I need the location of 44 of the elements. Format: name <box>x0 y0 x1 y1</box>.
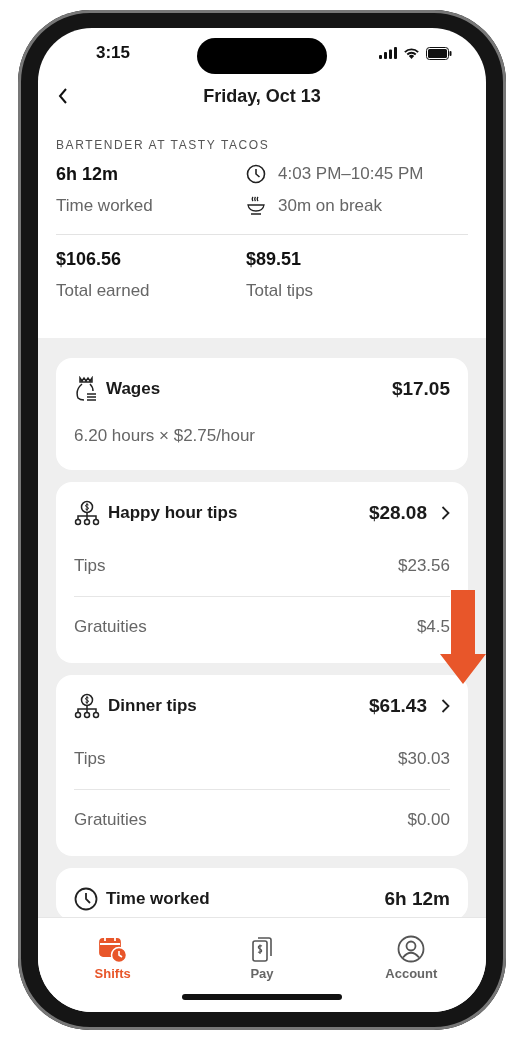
tab[interactable]: Pay <box>187 918 337 990</box>
page-title: Friday, Oct 13 <box>203 85 321 107</box>
duration-value: 6h 12m <box>56 163 120 186</box>
wifi-icon <box>403 47 420 59</box>
steaming-bowl-icon <box>246 196 266 216</box>
signal-icon <box>379 47 397 59</box>
breakdown-label: Tips <box>74 555 106 577</box>
card-amount: $28.08 <box>368 502 427 524</box>
card-amount: $61.43 <box>368 695 427 717</box>
tab[interactable]: Account <box>336 918 486 990</box>
tip-split-icon <box>74 500 100 526</box>
tip-split-icon <box>74 693 100 719</box>
time-range: 4:03 PM–10:45 PM <box>278 163 424 185</box>
breakdown-label: Gratuities <box>74 809 147 831</box>
back-icon[interactable] <box>58 88 68 104</box>
card-title: Happy hour tips <box>108 503 238 523</box>
duration-label: Time worked <box>56 195 154 217</box>
card-title: Dinner tips <box>108 696 197 716</box>
card-amount: $17.05 <box>391 378 450 400</box>
breakdown-label: Gratuities <box>74 616 147 638</box>
chevron-right-icon[interactable] <box>441 506 450 520</box>
break-duration: 30m on break <box>278 195 382 217</box>
chevron-right-icon[interactable] <box>441 699 450 713</box>
status-time: 3:15 <box>96 43 131 63</box>
breakdown-value: $4.5 <box>416 616 450 638</box>
breakdown-label: Tips <box>74 748 106 770</box>
clock-icon <box>74 887 98 911</box>
breakdown-value: $30.03 <box>398 748 450 770</box>
tab[interactable]: Shifts <box>38 918 188 990</box>
breakdown-value: $23.56 <box>398 555 450 577</box>
breakdown-value: $0.00 <box>407 809 450 831</box>
account-icon <box>396 933 427 964</box>
battery-icon <box>426 46 452 60</box>
total-earned-value: $106.56 <box>56 248 123 271</box>
job-role: BARTENDER AT TASTY TACOS <box>56 138 271 152</box>
clock-icon <box>246 164 266 184</box>
total-tips-label: Total tips <box>246 280 315 302</box>
card-title: Wages <box>106 379 161 399</box>
money-bag-icon <box>74 376 98 402</box>
total-tips-value: $89.51 <box>246 248 303 271</box>
total-earned-label: Total earned <box>56 280 151 302</box>
card-amount: 6h 12m <box>384 888 450 910</box>
card-title: Time worked <box>106 889 210 909</box>
wage-formula: 6.20 hours × $2.75/hour <box>74 425 256 447</box>
